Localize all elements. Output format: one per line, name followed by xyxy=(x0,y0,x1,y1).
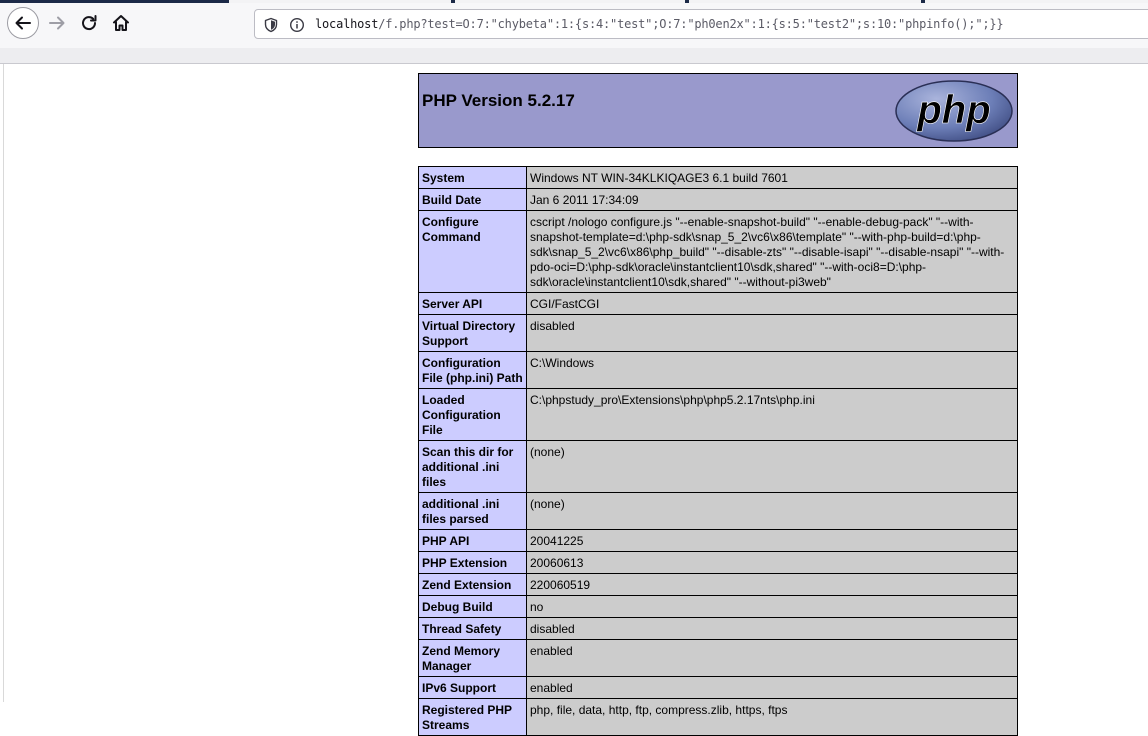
row-value: 20060613 xyxy=(526,551,1018,574)
page-title: PHP Version 5.2.17 xyxy=(422,91,575,110)
table-row: Server API CGI/FastCGI xyxy=(418,292,1018,315)
row-value: C:\Windows xyxy=(526,351,1018,389)
table-row: Scan this dir for additional .ini files(… xyxy=(418,440,1018,493)
table-row: Build Date Jan 6 2011 17:34:09 xyxy=(418,188,1018,211)
row-value: enabled xyxy=(526,639,1018,677)
row-value: disabled xyxy=(526,314,1018,352)
row-value: php, file, data, http, ftp, compress.zli… xyxy=(526,698,1018,736)
row-label: Debug Build xyxy=(418,595,527,618)
tracking-shield-icon[interactable] xyxy=(263,17,279,33)
table-row: Registered PHP Streams php, file, data, h… xyxy=(418,698,1018,736)
page-content: PHP Version 5.2.17 php System Windows NT … xyxy=(0,64,1148,736)
row-label: Thread Safety xyxy=(418,617,527,640)
url-bar[interactable]: localhost/f.php?test=O:7:"chybeta":1:{s:… xyxy=(254,9,1148,39)
table-row: PHP API 20041225 xyxy=(418,529,1018,552)
row-label: Server API xyxy=(418,292,527,315)
row-label: Configuration File (php.ini) Path xyxy=(418,351,527,389)
table-row: Zend Extension 220060519 xyxy=(418,573,1018,596)
navigation-toolbar: localhost/f.php?test=O:7:"chybeta":1:{s:… xyxy=(0,3,1148,48)
url-path: /f.php?test=O:7:"chybeta":1:{s:4:"test";… xyxy=(378,17,1004,31)
php-logo[interactable]: php xyxy=(894,79,1014,143)
url-host: localhost xyxy=(315,17,379,31)
row-label: System xyxy=(418,166,527,189)
table-row: Configuration File (php.ini) Path C:\Wind… xyxy=(418,351,1018,389)
row-value: 20041225 xyxy=(526,529,1018,552)
row-label: Zend Memory Manager xyxy=(418,639,527,677)
row-value: Jan 6 2011 17:34:09 xyxy=(526,188,1018,211)
toolbar-spacer xyxy=(0,48,1148,64)
url-text[interactable]: localhost/f.php?test=O:7:"chybeta":1:{s:… xyxy=(315,17,1004,31)
row-value: disabled xyxy=(526,617,1018,640)
row-value: no xyxy=(526,595,1018,618)
row-value: (none) xyxy=(526,492,1018,530)
phpinfo-header: PHP Version 5.2.17 php xyxy=(418,73,1018,148)
row-label: IPv6 Support xyxy=(418,676,527,699)
table-row: Thread Safety disabled xyxy=(418,617,1018,640)
row-value: 220060519 xyxy=(526,573,1018,596)
row-value: enabled xyxy=(526,676,1018,699)
page-left-border xyxy=(3,64,4,702)
back-button[interactable] xyxy=(7,7,39,39)
table-row: PHP Extension 20060613 xyxy=(418,551,1018,574)
row-value: (none) xyxy=(526,440,1018,493)
row-label: Build Date xyxy=(418,188,527,211)
row-label: Configure Command xyxy=(418,210,527,293)
home-icon xyxy=(113,15,129,31)
row-label: additional .ini files parsed xyxy=(418,492,527,530)
reload-button[interactable] xyxy=(74,8,104,38)
reload-icon xyxy=(82,15,97,31)
back-arrow-icon xyxy=(15,16,31,30)
row-label: PHP Extension xyxy=(418,551,527,574)
row-value: CGI/FastCGI xyxy=(526,292,1018,315)
row-value: C:\phpstudy_pro\Extensions\php\php5.2.17… xyxy=(526,388,1018,441)
forward-button[interactable] xyxy=(42,8,72,38)
row-value: cscript /nologo configure.js "--enable-s… xyxy=(526,210,1018,293)
table-row: System Windows NT WIN-34KLKIQAGE3 6.1 bui… xyxy=(418,166,1018,189)
php-logo-text: php xyxy=(916,88,990,132)
forward-arrow-icon xyxy=(49,16,65,30)
table-row: Debug Build no xyxy=(418,595,1018,618)
table-row: Loaded Configuration File C:\phpstudy_pro… xyxy=(418,388,1018,441)
table-row: IPv6 Support enabled xyxy=(418,676,1018,699)
row-label: Virtual Directory Support xyxy=(418,314,527,352)
row-value: Windows NT WIN-34KLKIQAGE3 6.1 build 760… xyxy=(526,166,1018,189)
table-row: Virtual Directory Support disabled xyxy=(418,314,1018,352)
row-label: Zend Extension xyxy=(418,573,527,596)
site-info-icon[interactable] xyxy=(289,17,305,33)
table-row: additional .ini files parsed (none) xyxy=(418,492,1018,530)
row-label: Loaded Configuration File xyxy=(418,388,527,441)
table-row: Zend Memory Manager enabled xyxy=(418,639,1018,677)
row-label: Scan this dir for additional .ini files xyxy=(418,440,527,493)
row-label: PHP API xyxy=(418,529,527,552)
home-button[interactable] xyxy=(106,8,136,38)
row-label: Registered PHP Streams xyxy=(418,698,527,736)
phpinfo-table: System Windows NT WIN-34KLKIQAGE3 6.1 bui… xyxy=(418,166,1018,736)
table-row: Configure Command cscript /nologo configu… xyxy=(418,210,1018,293)
